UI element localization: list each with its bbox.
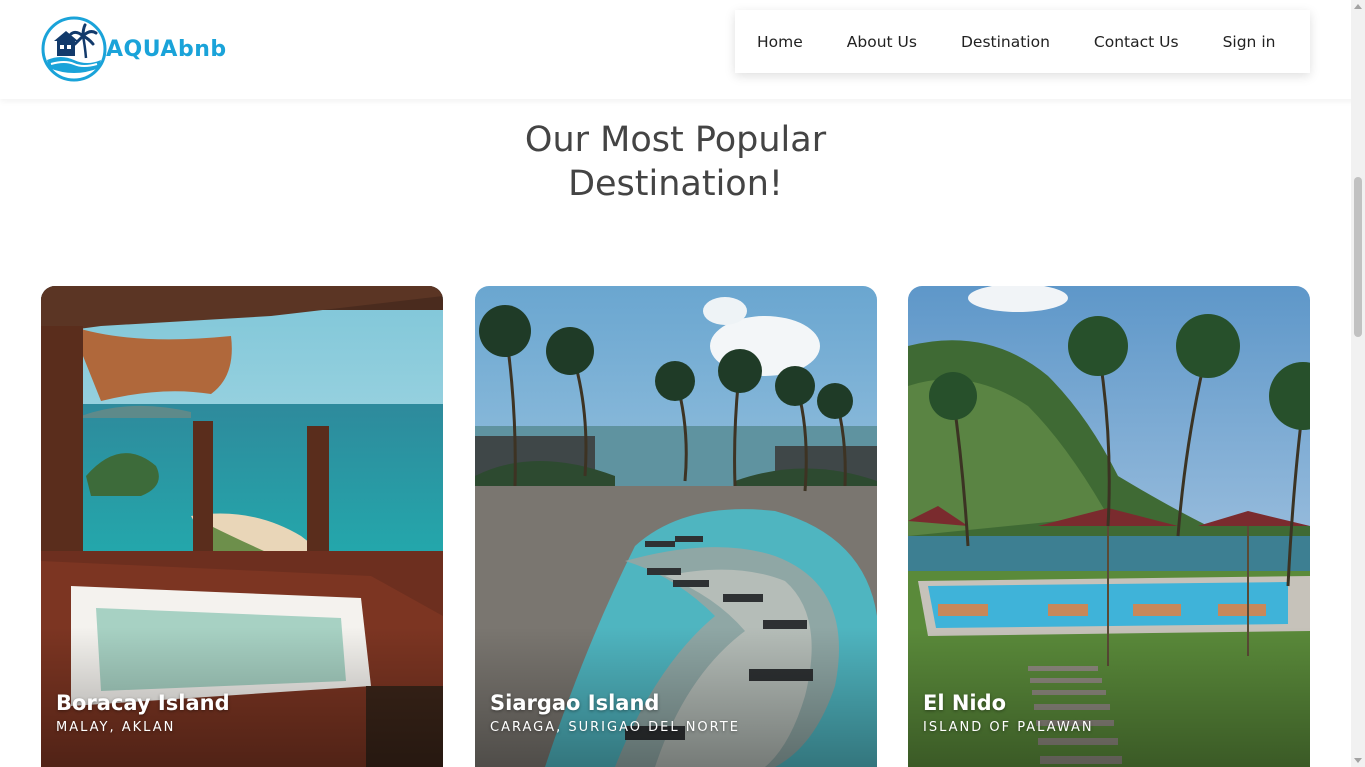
nav-destination[interactable]: Destination: [961, 33, 1050, 51]
nav-about-us[interactable]: About Us: [847, 33, 917, 51]
nav-contact-us[interactable]: Contact Us: [1094, 33, 1179, 51]
site-header: AQUAbnb Home About Us Destination Contac…: [0, 0, 1365, 99]
scroll-down-arrow-icon[interactable]: [1354, 758, 1362, 763]
nav-sign-in[interactable]: Sign in: [1223, 33, 1276, 51]
section-title-line2: Destination!: [568, 164, 783, 204]
destination-card-el-nido[interactable]: El Nido ISLAND OF PALAWAN: [908, 286, 1310, 767]
card-subtitle: CARAGA, SURIGAO DEL NORTE: [490, 720, 740, 735]
brand-name: AQUAbnb: [106, 36, 227, 62]
nav-home[interactable]: Home: [757, 33, 803, 51]
house-palm-logo-icon: [41, 16, 107, 82]
page-scrollbar[interactable]: [1351, 0, 1365, 767]
scrollbar-thumb[interactable]: [1354, 177, 1362, 337]
card-title: Boracay Island: [56, 691, 230, 715]
main-nav: Home About Us Destination Contact Us Sig…: [735, 10, 1310, 73]
scroll-up-arrow-icon[interactable]: [1354, 4, 1362, 9]
card-title: Siargao Island: [490, 691, 660, 715]
card-subtitle: ISLAND OF PALAWAN: [923, 720, 1094, 735]
section-title: Our Most Popular Destination!: [0, 118, 1351, 206]
section-title-line1: Our Most Popular: [524, 120, 827, 160]
brand-logo[interactable]: AQUAbnb: [41, 16, 227, 82]
destination-card-siargao[interactable]: Siargao Island CARAGA, SURIGAO DEL NORTE: [475, 286, 877, 767]
card-subtitle: MALAY, AKLAN: [56, 720, 176, 735]
card-title: El Nido: [923, 691, 1007, 715]
destination-card-boracay[interactable]: Boracay Island MALAY, AKLAN: [41, 286, 443, 767]
